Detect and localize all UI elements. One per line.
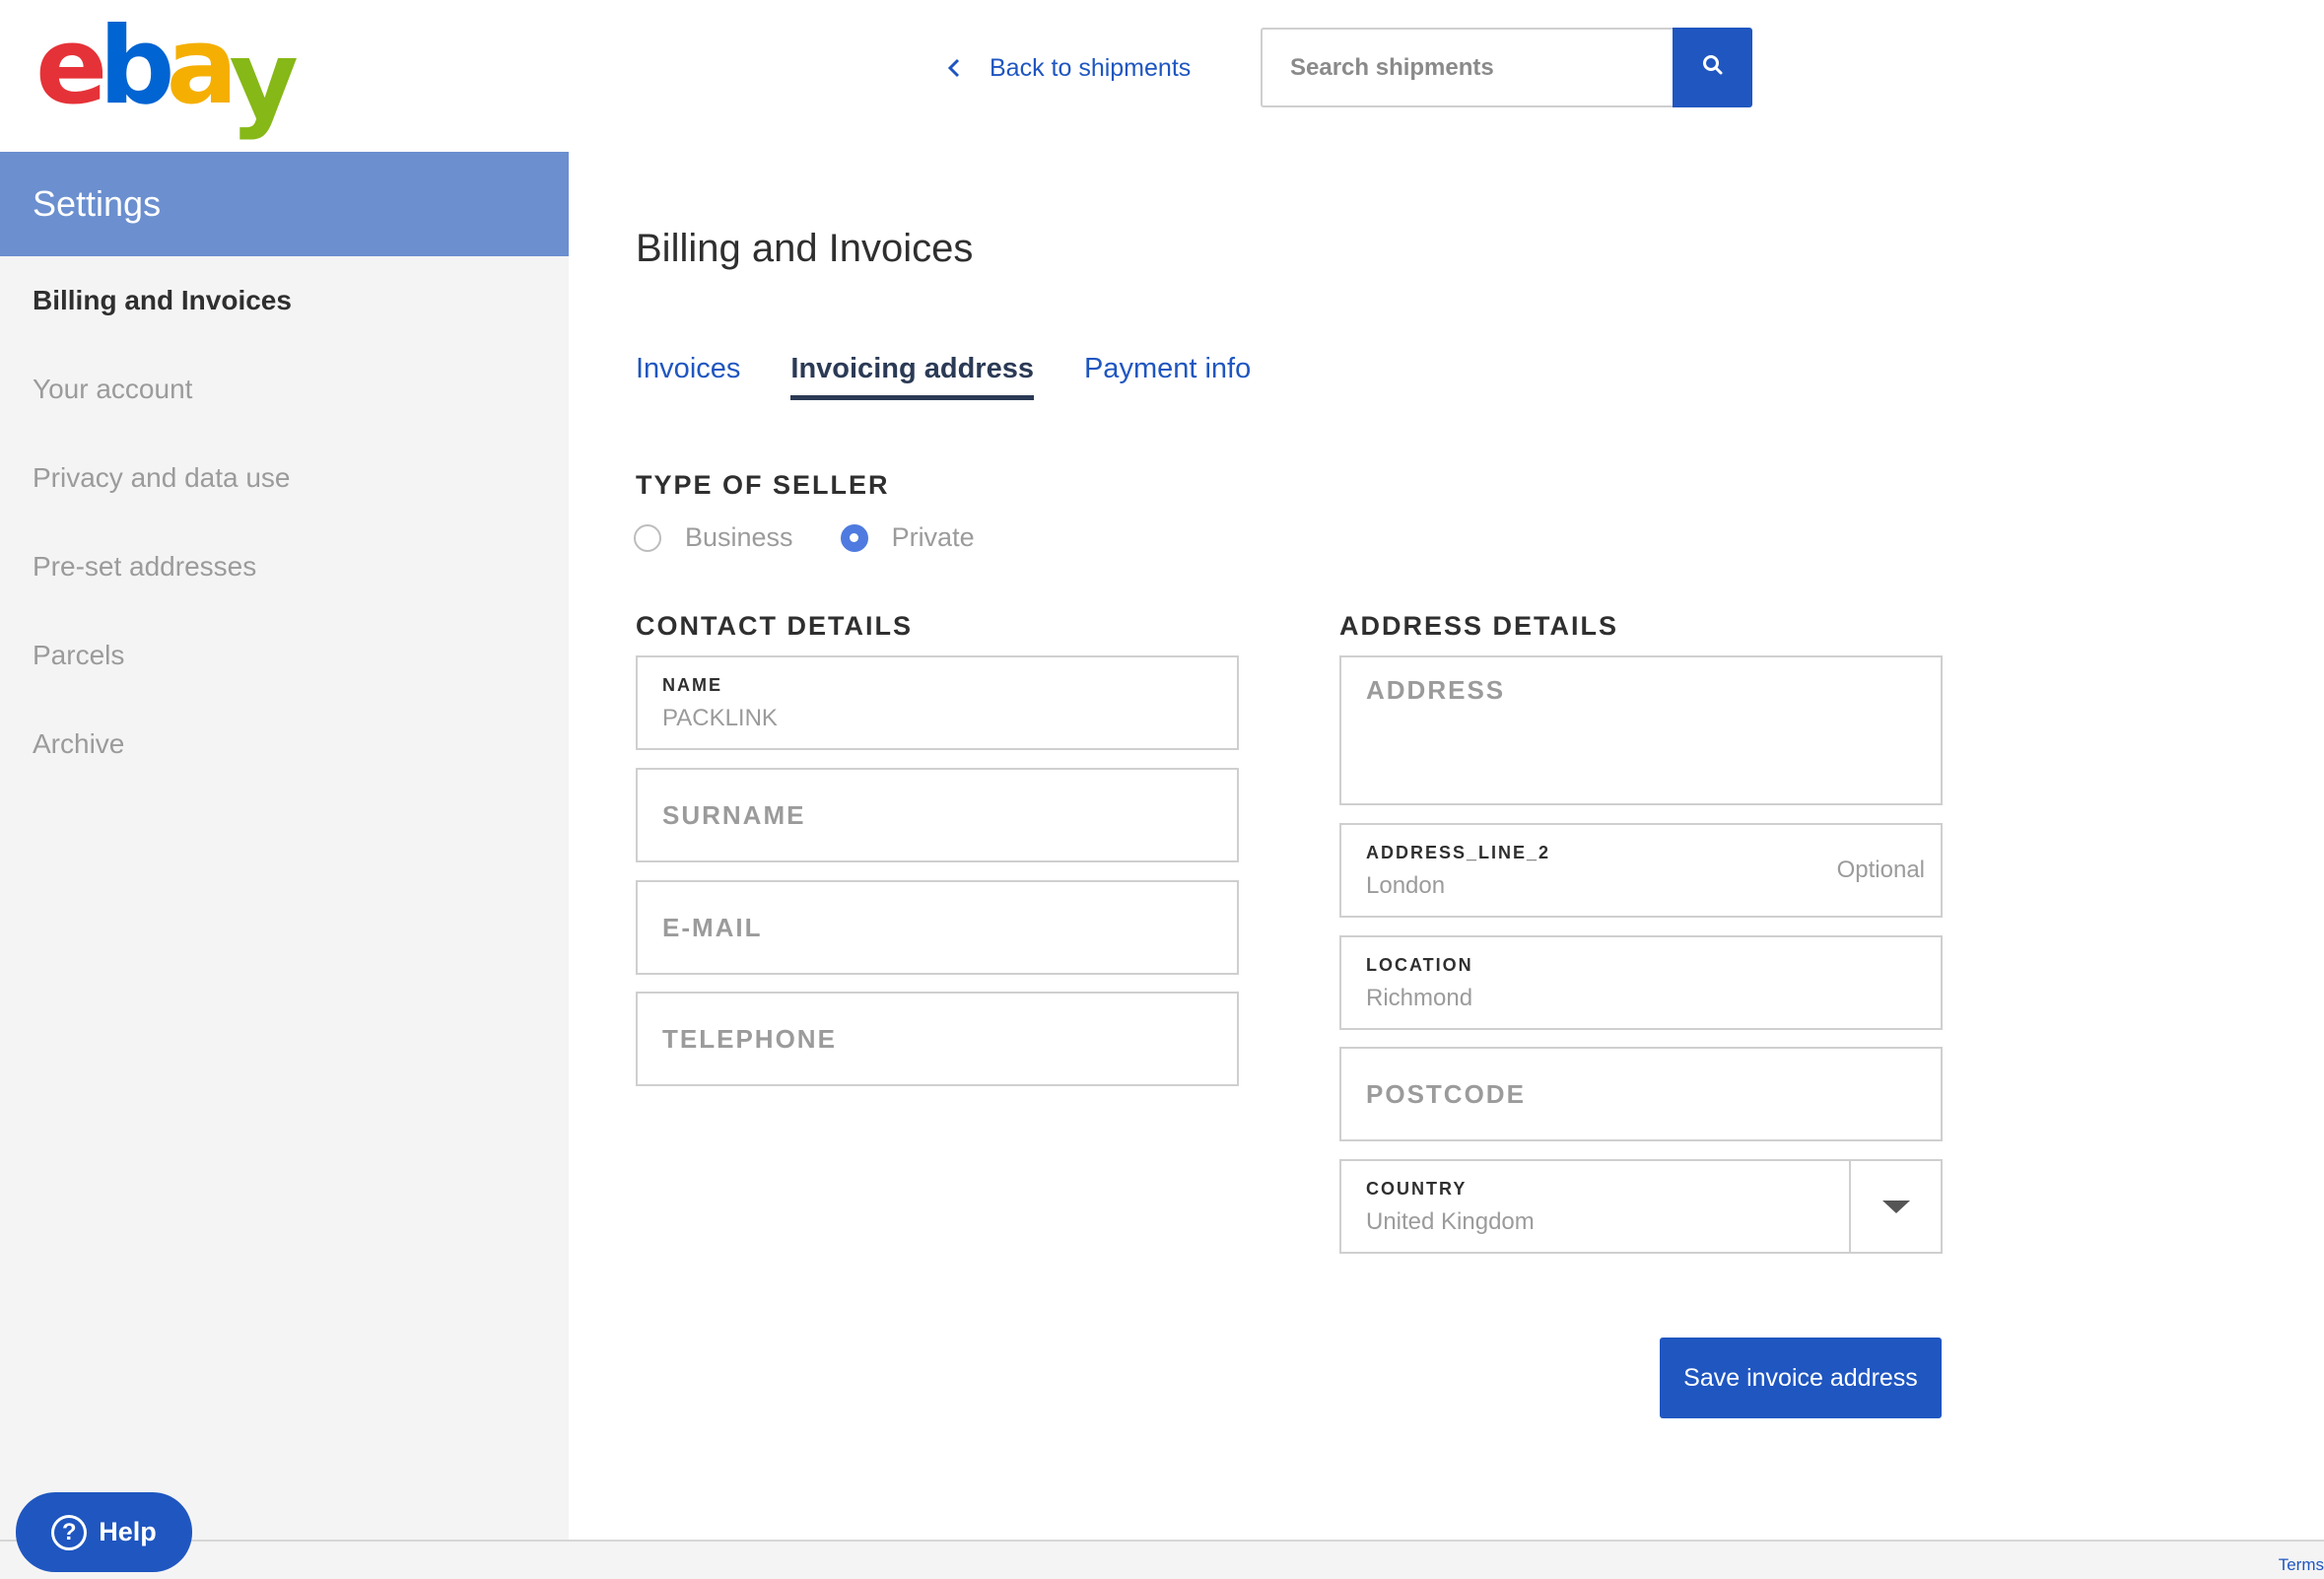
name-field-label: NAME <box>662 675 722 695</box>
email-field-placeholder: E-MAIL <box>662 912 763 942</box>
sidebar-nav: Billing and Invoices Your account Privac… <box>0 256 569 789</box>
surname-field[interactable]: SURNAME <box>636 768 1239 862</box>
page-title: Billing and Invoices <box>636 227 974 270</box>
country-select[interactable]: COUNTRY United Kingdom <box>1339 1159 1943 1254</box>
search-button[interactable] <box>1673 28 1752 107</box>
email-field[interactable]: E-MAIL <box>636 880 1239 975</box>
postcode-field[interactable]: POSTCODE <box>1339 1047 1943 1141</box>
sidebar-item-parcels[interactable]: Parcels <box>0 611 569 700</box>
logo-letter-a: a <box>166 5 239 128</box>
seller-type-radio-group: Business Private <box>634 522 1022 553</box>
address-field-placeholder: ADDRESS <box>1366 675 1506 705</box>
location-field[interactable]: LOCATION Richmond <box>1339 935 1943 1030</box>
sidebar-item-pre-set-addresses[interactable]: Pre-set addresses <box>0 522 569 611</box>
type-of-seller-heading: TYPE OF SELLER <box>636 470 890 500</box>
tab-bar: Invoices Invoicing address Payment info <box>636 353 1251 400</box>
ebay-logo[interactable]: ebay <box>35 14 299 134</box>
country-select-label: COUNTRY <box>1366 1179 1468 1199</box>
surname-field-placeholder: SURNAME <box>662 799 806 830</box>
tab-payment-info[interactable]: Payment info <box>1084 353 1251 400</box>
country-dropdown-toggle[interactable] <box>1849 1161 1941 1252</box>
telephone-field[interactable]: TELEPHONE <box>636 992 1239 1086</box>
search-icon <box>1701 53 1725 82</box>
back-to-shipments-label: Back to shipments <box>990 53 1192 82</box>
save-invoice-address-button[interactable]: Save invoice address <box>1660 1338 1942 1418</box>
sidebar-item-archive[interactable]: Archive <box>0 700 569 789</box>
country-select-value: United Kingdom <box>1366 1208 1535 1235</box>
radio-private-circle[interactable] <box>840 523 868 552</box>
address-line-2-label: ADDRESS_LINE_2 <box>1366 843 1551 862</box>
tab-invoicing-address[interactable]: Invoicing address <box>790 353 1034 400</box>
radio-private-label: Private <box>891 522 975 552</box>
radio-private[interactable]: Private <box>840 522 975 553</box>
address-line-2-value: London <box>1366 872 1446 899</box>
sidebar-item-privacy-and-data-use[interactable]: Privacy and data use <box>0 434 569 522</box>
search-bar <box>1261 28 1752 107</box>
logo-letter-y: y <box>229 19 298 142</box>
radio-business[interactable]: Business <box>634 522 793 553</box>
sidebar-item-your-account[interactable]: Your account <box>0 345 569 434</box>
tab-invoices[interactable]: Invoices <box>636 353 740 400</box>
help-button[interactable]: ? Help <box>16 1492 192 1572</box>
chevron-left-icon <box>944 54 964 82</box>
settings-sidebar: Settings Billing and Invoices Your accou… <box>0 152 569 1540</box>
name-field[interactable]: NAME PACKLINK <box>636 655 1239 750</box>
address-line-2-field[interactable]: ADDRESS_LINE_2 London Optional <box>1339 823 1943 918</box>
sidebar-title: Settings <box>0 152 569 256</box>
telephone-field-placeholder: TELEPHONE <box>662 1023 837 1054</box>
address-field[interactable]: ADDRESS <box>1339 655 1943 805</box>
back-to-shipments-link[interactable]: Back to shipments <box>944 47 1191 89</box>
main-content: Billing and Invoices Invoices Invoicing … <box>569 152 2324 1540</box>
footer: Terms <box>0 1540 2324 1579</box>
logo-letter-e: e <box>35 5 107 128</box>
contact-details-heading: CONTACT DETAILS <box>636 611 913 641</box>
terms-link[interactable]: Terms <box>2279 1555 2324 1575</box>
question-circle-icon: ? <box>51 1514 88 1550</box>
location-field-label: LOCATION <box>1366 955 1473 975</box>
name-field-value: PACKLINK <box>662 705 778 731</box>
top-header: ebay Back to shipments <box>0 0 2324 152</box>
logo-letter-b: b <box>99 5 174 128</box>
address-line-2-optional-hint: Optional <box>1836 857 1925 883</box>
sidebar-item-billing-and-invoices[interactable]: Billing and Invoices <box>0 256 569 345</box>
address-details-heading: ADDRESS DETAILS <box>1339 611 1619 641</box>
location-field-value: Richmond <box>1366 985 1473 1011</box>
postcode-field-placeholder: POSTCODE <box>1366 1078 1526 1109</box>
caret-down-icon <box>1881 1200 1910 1213</box>
radio-business-label: Business <box>685 522 793 552</box>
radio-business-circle[interactable] <box>634 523 661 552</box>
search-input[interactable] <box>1261 28 1673 107</box>
help-label: Help <box>99 1517 157 1546</box>
